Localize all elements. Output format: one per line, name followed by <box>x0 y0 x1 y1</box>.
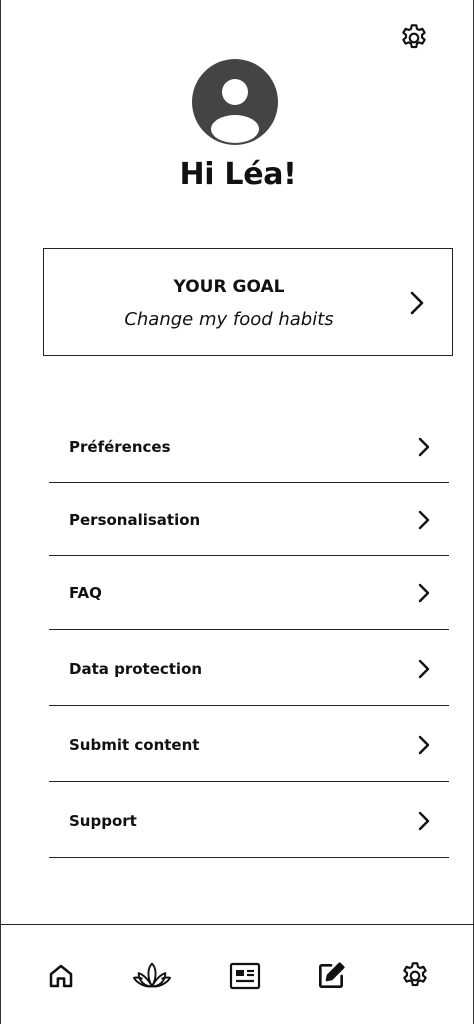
profile-screen: Hi Léa! YOUR GOAL Change my food habits … <box>0 0 474 1024</box>
settings-button[interactable] <box>396 20 432 56</box>
menu-item-label: Support <box>69 812 137 830</box>
nav-settings[interactable] <box>395 956 435 996</box>
edit-icon <box>319 962 345 988</box>
gear-icon <box>402 24 426 49</box>
goal-title: YOUR GOAL <box>173 277 285 297</box>
menu-item-label: Personalisation <box>69 511 201 529</box>
menu-item-support[interactable]: Support <box>49 782 449 858</box>
chevron-right-icon <box>418 735 430 755</box>
chevron-right-icon <box>410 291 424 315</box>
menu-item-faq[interactable]: FAQ <box>49 556 449 630</box>
menu-item-label: Data protection <box>69 660 203 678</box>
nav-articles[interactable] <box>225 956 265 996</box>
gear-icon <box>403 962 427 987</box>
menu-item-label: Préférences <box>69 438 171 456</box>
nav-journal[interactable] <box>311 956 351 996</box>
greeting-title: Hi Léa! <box>179 157 297 192</box>
goal-text: Change my food habits <box>124 309 334 330</box>
user-avatar-icon <box>192 59 278 145</box>
chevron-right-icon <box>418 811 430 831</box>
news-icon <box>229 962 261 990</box>
menu-item-personalisation[interactable]: Personalisation <box>49 483 449 556</box>
menu-item-submit-content[interactable]: Submit content <box>49 706 449 782</box>
bottom-nav <box>1 924 473 1024</box>
chevron-right-icon <box>418 510 430 530</box>
chevron-right-icon <box>418 659 430 679</box>
settings-menu: Préférences Personalisation FAQ Data pro… <box>49 410 449 858</box>
chevron-right-icon <box>418 437 430 457</box>
nav-meditation[interactable] <box>132 956 172 996</box>
menu-item-label: FAQ <box>69 584 102 602</box>
menu-item-label: Submit content <box>69 736 200 754</box>
menu-item-data-protection[interactable]: Data protection <box>49 630 449 706</box>
goal-card[interactable]: YOUR GOAL Change my food habits <box>43 248 453 356</box>
menu-item-preferences[interactable]: Préférences <box>49 410 449 483</box>
avatar <box>192 59 278 145</box>
nav-home[interactable] <box>41 956 81 996</box>
home-icon <box>49 964 73 988</box>
chevron-right-icon <box>418 583 430 603</box>
lotus-icon <box>132 962 172 988</box>
